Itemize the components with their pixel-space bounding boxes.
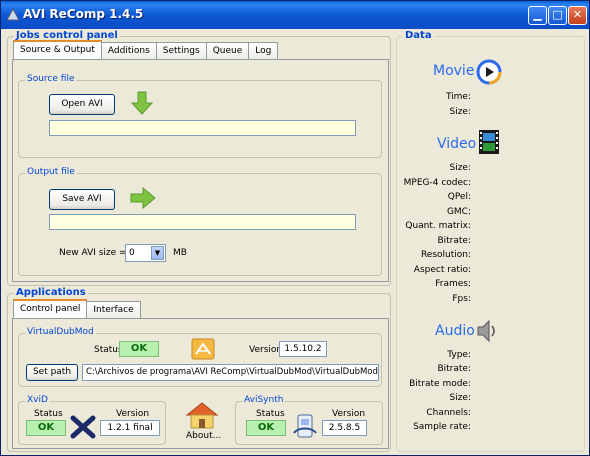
applications-title: Applications: [14, 287, 88, 298]
avi-size-select[interactable]: 0 ▼: [125, 244, 166, 262]
film-icon: [479, 130, 499, 154]
avisynth-title: AviSynth: [242, 395, 286, 405]
xvid-status-label: Status: [34, 409, 63, 419]
maximize-icon: □: [552, 8, 563, 21]
tab-interface[interactable]: Interface: [86, 301, 141, 319]
chevron-down-icon[interactable]: ▼: [151, 246, 164, 260]
xvid-icon: [70, 415, 96, 439]
video-aspect-ratio-label: Aspect ratio:: [413, 265, 471, 275]
video-quant-matrix-label: Quant. matrix:: [405, 221, 471, 231]
source-file-group: Source file: [18, 74, 382, 158]
speaker-icon: [477, 319, 495, 343]
window-title: AVI ReComp 1.4.5: [23, 7, 144, 21]
arrow-right-icon: [130, 187, 156, 209]
audio-bitrate-mode-label: Bitrate mode:: [409, 379, 471, 389]
audio-channels-label: Channels:: [426, 408, 471, 418]
video-qpel-label: QPel:: [447, 192, 471, 202]
vdm-path-field[interactable]: C:\Archivos de programa\AVI ReComp\Virtu…: [82, 364, 379, 381]
source-file-title: Source file: [25, 74, 77, 84]
xvid-title: XviD: [25, 395, 50, 405]
xvid-version-field: 1.2.1 final: [100, 420, 160, 436]
maximize-button[interactable]: □: [548, 6, 567, 25]
avisynth-icon: [293, 414, 317, 438]
video-fps-label: Fps:: [452, 294, 471, 304]
set-path-button[interactable]: Set path: [26, 364, 78, 381]
movie-section-title: Movie: [433, 63, 475, 79]
minimize-button[interactable]: ▁: [528, 6, 547, 25]
avisynth-status-label: Status: [256, 409, 285, 419]
video-section-title: Video: [437, 136, 477, 152]
virtualdubmod-icon: [191, 338, 215, 360]
audio-sample-rate-label: Sample rate:: [413, 422, 471, 432]
data-panel-title: Data: [403, 30, 434, 41]
output-path-field[interactable]: [49, 214, 356, 230]
new-avi-size-label: New AVI size =: [59, 248, 127, 258]
save-avi-button[interactable]: Save AVI: [49, 189, 115, 210]
data-panel: Data: [396, 30, 585, 452]
arrow-down-icon: [131, 91, 153, 115]
close-button[interactable]: ✕: [568, 6, 587, 25]
video-size-label: Size:: [449, 163, 471, 173]
video-codec-label: MPEG-4 codec:: [403, 178, 471, 188]
movie-size-label: Size:: [449, 107, 471, 117]
video-gmc-label: GMC:: [446, 207, 471, 217]
tab-source-output[interactable]: Source & Output: [13, 40, 102, 61]
close-icon: ✕: [572, 8, 583, 21]
source-path-field[interactable]: [49, 120, 356, 136]
output-file-title: Output file: [25, 167, 77, 177]
tab-additions[interactable]: Additions: [100, 42, 157, 60]
video-frames-label: Frames:: [435, 279, 471, 289]
xvid-version-label: Version: [116, 409, 150, 419]
title-bar[interactable]: AVI ReComp 1.4.5 ▁ □ ✕: [1, 1, 589, 29]
size-unit-label: MB: [173, 248, 187, 258]
app-icon: [6, 8, 20, 21]
tab-log[interactable]: Log: [248, 42, 279, 60]
audio-bitrate-label: Bitrate:: [437, 364, 471, 374]
vdm-status-badge: OK: [119, 341, 159, 357]
audio-size-label: Size:: [449, 393, 471, 403]
vdm-version-field: 1.5.10.2: [279, 341, 327, 357]
open-avi-button[interactable]: Open AVI: [49, 94, 115, 115]
video-bitrate-label: Bitrate:: [437, 236, 471, 246]
minimize-icon: ▁: [533, 8, 542, 21]
about-label[interactable]: About...: [186, 431, 221, 441]
avisynth-version-label: Version: [332, 409, 366, 419]
about-icon[interactable]: [185, 401, 219, 429]
avisynth-status-badge: OK: [246, 420, 286, 436]
avisynth-version-field: 2.5.8.5: [322, 420, 367, 436]
play-icon: [476, 59, 502, 85]
xvid-status-badge: OK: [26, 420, 66, 436]
audio-section-title: Audio: [435, 323, 475, 339]
avi-size-value: 0: [129, 248, 135, 258]
audio-type-label: Type:: [447, 350, 471, 360]
movie-time-label: Time:: [445, 92, 471, 102]
vdm-version-label: Version: [249, 345, 283, 355]
tab-settings[interactable]: Settings: [155, 42, 207, 60]
app-window: AVI ReComp 1.4.5 ▁ □ ✕ Jobs control pane…: [0, 0, 590, 456]
tab-queue[interactable]: Queue: [205, 42, 250, 60]
virtualdubmod-title: VirtualDubMod: [25, 327, 96, 337]
video-resolution-label: Resolution:: [420, 250, 471, 260]
tab-control-panel[interactable]: Control panel: [13, 299, 88, 320]
